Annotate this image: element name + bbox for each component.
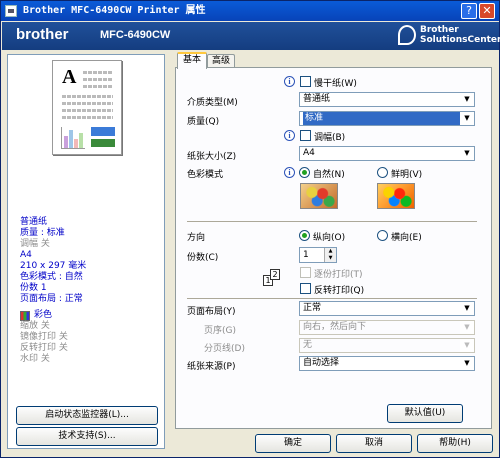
summary-mirror: 镜像打印 关 [20,332,68,342]
preview-text-line [62,116,113,119]
border-line-label: 分页线(D) [204,344,245,354]
chevron-down-icon[interactable]: ▼ [460,147,474,160]
portrait-radio[interactable] [299,230,310,241]
summary-paper-size: A4 [20,250,32,260]
title-bar[interactable]: Brother MFC-6490CW Printer 属性 [1,1,499,21]
vivid-sample-image[interactable] [377,183,415,209]
bidirectional-label: 调幅(B) [314,133,346,143]
chevron-down-icon[interactable]: ▼ [460,93,474,106]
reverse-order-label: 反转打印(Q) [314,286,365,296]
preview-letter-a: A [62,66,77,88]
chevron-down-icon[interactable]: ▼ [460,112,474,125]
preview-text-line [62,109,113,112]
brother-logo: brother [16,26,69,43]
page-order-label: 页序(G) [204,326,236,336]
close-button[interactable]: ✕ [479,3,495,19]
quality-select[interactable]: 标准 ▼ [299,111,475,126]
tab-advanced[interactable]: 高级 [207,54,235,68]
stepper-down-icon[interactable]: ▼ [324,255,336,262]
page-layout-select[interactable]: 正常 ▼ [299,301,475,316]
settings-preview-panel: A 普通纸 质量 : 标准 调幅 关 A4 210 x 297 毫米 色彩模式 … [7,54,165,449]
model-name: MFC-6490CW [100,29,171,41]
preview-text-line [83,71,113,74]
summary-copies: 份数 1 [20,283,47,293]
chevron-down-icon[interactable]: ▼ [460,339,474,352]
preview-text-line [83,78,113,81]
media-type-label: 介质类型(M) [187,98,238,108]
color-vivid-label: 鲜明(V) [391,170,423,180]
info-icon[interactable]: i [284,76,295,87]
paper-size-label: 纸张大小(Z) [187,152,237,162]
natural-sample-image[interactable] [300,183,338,209]
landscape-radio[interactable] [377,230,388,241]
summary-color: 彩色 [34,310,53,320]
cancel-button[interactable]: 取消 [336,434,412,453]
settings-summary: 普通纸 质量 : 标准 调幅 关 A4 210 x 297 毫米 色彩模式 : … [20,217,160,365]
orientation-label: 方向 [187,233,206,243]
preview-text-line [62,102,113,105]
summary-media: 普通纸 [20,217,48,227]
media-type-select[interactable]: 普通纸 ▼ [299,92,475,107]
collate-label: 逐份打印(T) [314,270,363,280]
summary-reverse: 反转打印 关 [20,343,68,353]
page-layout-label: 页面布局(Y) [187,307,236,317]
collate-page-icon: 2 [270,269,280,280]
paper-source-select[interactable]: 自动选择 ▼ [299,356,475,371]
window-title: Brother MFC-6490CW Printer 属性 [23,5,206,16]
page-preview-image: A [52,60,122,155]
preview-bar-graphic [61,127,85,149]
summary-dimensions: 210 x 297 毫米 [20,261,87,271]
info-icon[interactable]: i [284,167,295,178]
solutions-center-icon[interactable] [398,25,416,45]
paper-source-label: 纸张来源(P) [187,362,236,372]
color-mode-label: 色彩模式 [187,170,224,180]
preview-text-line [62,95,113,98]
summary-watermark: 水印 关 [20,354,50,364]
divider [187,221,477,222]
tab-basic[interactable]: 基本 [177,52,207,69]
chevron-down-icon[interactable]: ▼ [460,302,474,315]
summary-quality: 质量 : 标准 [20,228,65,238]
chevron-down-icon[interactable]: ▼ [460,321,474,334]
color-natural-radio[interactable] [299,167,310,178]
collate-checkbox[interactable] [300,267,311,278]
divider [187,298,477,299]
paper-size-select[interactable]: A4 ▼ [299,146,475,161]
slow-dry-label: 慢干纸(W) [314,79,357,89]
brand-banner: brother MFC-6490CW Brother SolutionsCent… [2,22,500,50]
slow-dry-checkbox[interactable] [300,76,311,87]
summary-color-mode: 色彩模式 : 自然 [20,272,83,282]
preview-text-line [83,85,113,88]
page-order-select[interactable]: 向右，然后向下 ▼ [299,320,475,335]
copies-stepper[interactable]: 1 ▲ ▼ [299,247,337,263]
summary-bidirectional: 调幅 关 [20,239,50,249]
summary-page-layout: 页面布局 : 正常 [20,294,83,304]
color-natural-label: 自然(N) [313,170,345,180]
bidirectional-checkbox[interactable] [300,130,311,141]
printer-icon [5,5,17,17]
printer-properties-window: Brother MFC-6490CW Printer 属性 ? ✕ brothe… [0,0,500,458]
copies-label: 份数(C) [187,253,219,263]
status-monitor-button[interactable]: 启动状态监控器(L)... [16,406,158,425]
chevron-down-icon[interactable]: ▼ [460,357,474,370]
ok-button[interactable]: 确定 [255,434,331,453]
summary-color-row: 彩色 [20,310,160,321]
default-button[interactable]: 默认值(U) [387,404,463,423]
solutions-center-link[interactable]: Brother SolutionsCenter [420,25,500,45]
reverse-order-checkbox[interactable] [300,283,311,294]
help-title-button[interactable]: ? [461,3,477,19]
border-line-select[interactable]: 无 ▼ [299,338,475,353]
support-button[interactable]: 技术支持(S)... [16,427,158,446]
help-button[interactable]: 帮助(H) [417,434,493,453]
color-icon [20,310,30,321]
summary-scaling: 缩放 关 [20,321,50,331]
portrait-label: 纵向(O) [313,233,346,243]
color-vivid-radio[interactable] [377,167,388,178]
quality-label: 质量(Q) [187,117,220,127]
landscape-label: 横向(E) [391,233,422,243]
preview-photo-graphic [91,127,115,147]
info-icon[interactable]: i [284,130,295,141]
stepper-up-icon[interactable]: ▲ [324,248,336,255]
